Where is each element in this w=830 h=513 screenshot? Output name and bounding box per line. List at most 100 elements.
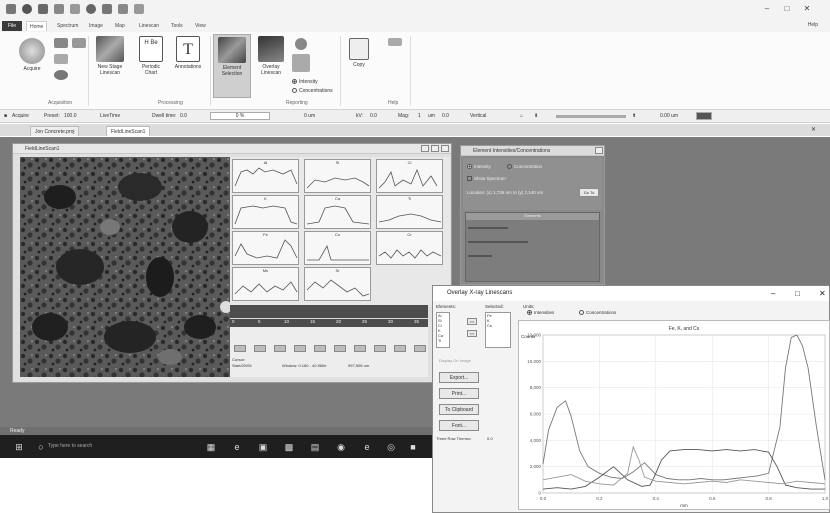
preset-value[interactable]: 100.0 <box>64 113 77 119</box>
layout-icon[interactable] <box>102 4 112 14</box>
selected-listbox[interactable]: Fe K Cs <box>485 312 511 348</box>
element-thumb-ti[interactable]: Ti <box>376 195 443 229</box>
tab-linescan[interactable]: Linescan <box>136 21 162 31</box>
monitor-icon[interactable]: ▤ <box>310 442 320 452</box>
window-close-button[interactable] <box>441 145 449 152</box>
control-button[interactable] <box>274 345 286 352</box>
chart-small-icon[interactable] <box>292 54 310 72</box>
ie-icon[interactable]: e <box>362 442 372 452</box>
globe-icon[interactable] <box>86 4 96 14</box>
overlay-linescan-button[interactable]: Overlay Linescan <box>254 36 288 76</box>
window-icon[interactable] <box>118 4 128 14</box>
go-to-button[interactable]: Go To <box>579 188 599 197</box>
windows-start-icon[interactable]: ⊞ <box>14 442 24 452</box>
app-taskbar-icon[interactable]: ◉ <box>336 442 346 452</box>
window-maximize-button[interactable] <box>431 145 439 152</box>
element-thumb-sr[interactable]: Sr <box>304 267 371 301</box>
list-item[interactable]: Ti <box>438 338 449 343</box>
tab-view[interactable]: View <box>192 21 209 31</box>
copy-button[interactable]: Copy <box>346 38 372 68</box>
file-tab[interactable]: File <box>2 21 22 31</box>
control-button[interactable] <box>374 345 386 352</box>
element-thumb-cl[interactable]: Cl <box>376 159 443 193</box>
element-thumb-si[interactable]: Si <box>304 159 371 193</box>
periodic-chart-button[interactable]: H Be Periodic Chart <box>136 36 166 76</box>
arrow-up-icon[interactable]: ⬆ <box>632 113 636 119</box>
tab-spectrum[interactable]: Spectrum <box>54 21 81 31</box>
intensity-option[interactable]: Intensity <box>467 164 491 170</box>
element-window-close-button[interactable] <box>595 147 603 154</box>
print-button[interactable]: Print... <box>439 388 479 399</box>
element-thumb-fe[interactable]: Fe <box>232 231 299 265</box>
add-element-button[interactable]: >> <box>467 318 477 325</box>
acquire-label[interactable]: Acquire <box>12 113 29 119</box>
table-row[interactable] <box>468 227 508 229</box>
element-thumb-k[interactable]: K <box>232 195 299 229</box>
element-selection-button[interactable]: Element Selection <box>213 34 251 98</box>
livetime-select[interactable]: LiveTime <box>100 113 120 119</box>
list-item[interactable]: Cs <box>487 323 510 328</box>
element-thumb-ca[interactable]: Ca <box>304 195 371 229</box>
mag-value[interactable]: 1 <box>418 113 421 119</box>
elements-listbox[interactable]: Al Si Cl K Ca Ti <box>436 312 450 348</box>
camera-icon[interactable] <box>134 4 144 14</box>
print-icon[interactable] <box>54 4 64 14</box>
control-button[interactable] <box>254 345 266 352</box>
dwelltime-value[interactable]: 0.0 <box>180 113 187 119</box>
tab-project[interactable]: Jon Concrete.proj <box>30 126 80 136</box>
close-button[interactable]: ✕ <box>800 3 814 15</box>
camera-small-icon[interactable] <box>72 38 86 48</box>
acquire-button[interactable]: Acquisition Acquire <box>14 38 50 72</box>
element-thumb-cu[interactable]: Cu <box>304 231 371 265</box>
zoom-slider[interactable] <box>556 115 626 118</box>
table-row[interactable] <box>468 255 492 257</box>
chrome-icon[interactable]: ◎ <box>386 442 396 452</box>
settings-taskbar-icon[interactable]: ■ <box>408 442 418 452</box>
font-button[interactable]: Font... <box>439 420 479 431</box>
edge-icon[interactable]: e <box>232 442 242 452</box>
control-button[interactable] <box>394 345 406 352</box>
store-icon[interactable]: ▩ <box>284 442 294 452</box>
taskbar-search[interactable]: Type here to search <box>36 440 166 453</box>
new-stage-linescan-button[interactable]: New Stage Linescan <box>92 36 128 76</box>
export-button[interactable]: Export... <box>439 372 479 383</box>
control-button[interactable] <box>334 345 346 352</box>
um-mid-value[interactable]: 0.0 <box>442 113 449 119</box>
show-spectrum-checkbox[interactable]: Show Spectrum <box>467 176 506 182</box>
intensities-radio[interactable]: Intensities <box>527 310 554 316</box>
save-icon[interactable] <box>38 4 48 14</box>
vertical-select[interactable]: Vertical <box>470 113 486 119</box>
arrow-down-icon[interactable]: ⬇ <box>534 113 538 119</box>
close-doc-icon[interactable]: ✕ <box>811 126 816 133</box>
overlay-maximize-button[interactable]: □ <box>795 286 800 301</box>
concentrations-radio[interactable]: Concentrations <box>579 310 616 316</box>
home-icon[interactable]: ⌂ <box>520 113 523 119</box>
tab-fieldlinescan[interactable]: FieldLineScan1 <box>106 126 151 136</box>
globe-small-icon[interactable] <box>54 70 68 80</box>
overlay-minimize-button[interactable]: – <box>771 286 775 301</box>
remove-element-button[interactable]: << <box>467 330 477 337</box>
overlay-close-button[interactable]: ✕ <box>819 286 826 301</box>
annotations-button[interactable]: T Annotations <box>170 36 206 70</box>
spectrum-small-icon[interactable] <box>54 38 68 48</box>
control-button[interactable] <box>354 345 366 352</box>
task-view-icon[interactable]: ▦ <box>206 442 216 452</box>
chart-icon[interactable] <box>70 4 80 14</box>
control-button[interactable] <box>234 345 246 352</box>
element-thumb-al[interactable]: Al <box>232 159 299 193</box>
color-swatch[interactable] <box>696 112 712 120</box>
control-button[interactable] <box>314 345 326 352</box>
element-thumb-cr[interactable]: Cr <box>376 231 443 265</box>
map-small-icon[interactable] <box>54 54 68 64</box>
folder-icon[interactable]: ▣ <box>258 442 268 452</box>
tab-home[interactable]: Home <box>26 21 48 31</box>
control-button[interactable] <box>294 345 306 352</box>
window-minimize-button[interactable] <box>421 145 429 152</box>
control-button[interactable] <box>414 345 426 352</box>
open-icon[interactable] <box>22 4 32 14</box>
concentration-option[interactable]: Concentration <box>507 164 542 170</box>
acquire-icon[interactable]: ■ <box>4 113 7 119</box>
kv-value[interactable]: 0.0 <box>370 113 377 119</box>
tab-tools[interactable]: Tools <box>168 21 186 31</box>
minimize-button[interactable]: – <box>760 3 774 15</box>
